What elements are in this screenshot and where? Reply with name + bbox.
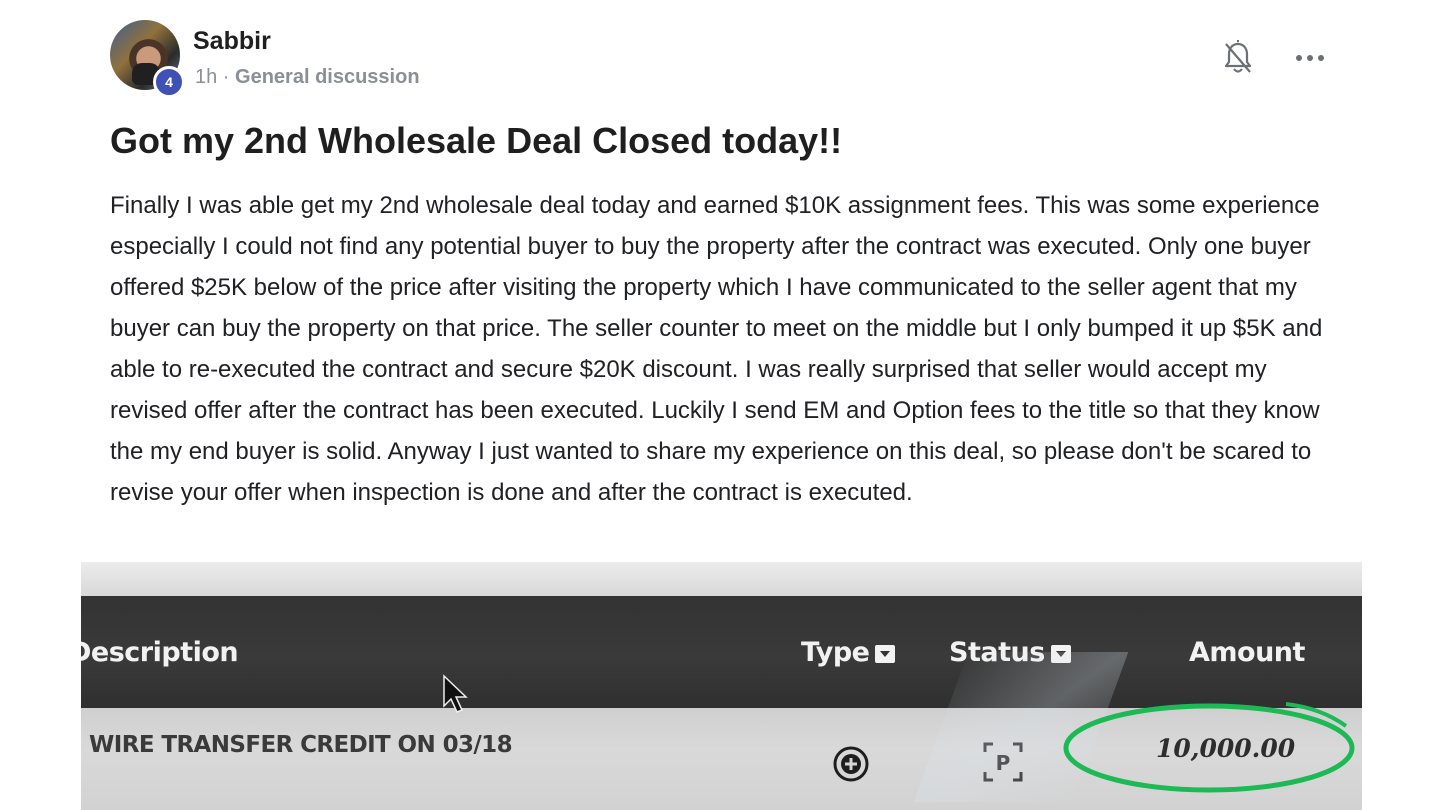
post-title: Got my 2nd Wholesale Deal Closed today!!	[110, 120, 843, 161]
author-avatar[interactable]: 4	[110, 20, 185, 98]
attached-screenshot[interactable]: Description Type Status Amount WIRE TRAN…	[81, 562, 1362, 810]
post-header: 4 Sabbir 1h · General discussion	[110, 20, 1330, 98]
column-amount-label: Amount	[1189, 637, 1305, 668]
status-code: P	[996, 751, 1011, 775]
mouse-cursor-icon	[443, 674, 468, 713]
column-header-description: Description	[81, 635, 239, 671]
post-actions	[1218, 38, 1330, 78]
screenshot-top-strip	[81, 562, 1362, 596]
level-badge: 4	[153, 66, 185, 98]
status-pending-icon: P	[983, 742, 1023, 782]
type-filter-icon	[875, 645, 896, 663]
post-body: Finally I was able get my 2nd wholesale …	[110, 192, 1323, 506]
table-header	[81, 596, 1362, 708]
column-description-label: Description	[81, 637, 239, 668]
status-filter-icon	[1050, 645, 1071, 663]
meta-separator: ·	[217, 66, 236, 88]
row-description: WIRE TRANSFER CREDIT ON 03/18	[89, 732, 513, 758]
column-status-label: Status	[949, 637, 1045, 668]
more-horizontal-icon	[1296, 55, 1324, 61]
row-amount: 10,000.00	[1156, 734, 1296, 763]
post-time: 1h	[195, 66, 218, 88]
column-type-label: Type	[801, 637, 870, 668]
bell-off-icon	[1224, 40, 1252, 73]
column-header-amount: Amount	[1189, 635, 1305, 671]
plus-circle-icon	[833, 746, 869, 782]
community-post: 4 Sabbir 1h · General discussion Got my …	[0, 0, 1440, 810]
notification-toggle-button[interactable]	[1218, 38, 1258, 78]
more-options-button[interactable]	[1290, 38, 1330, 78]
column-header-status: Status	[949, 635, 1071, 671]
post-meta: 1h · General discussion	[195, 65, 420, 89]
author-name[interactable]: Sabbir	[193, 26, 271, 56]
column-header-type: Type	[801, 635, 896, 671]
post-category[interactable]: General discussion	[235, 66, 420, 88]
